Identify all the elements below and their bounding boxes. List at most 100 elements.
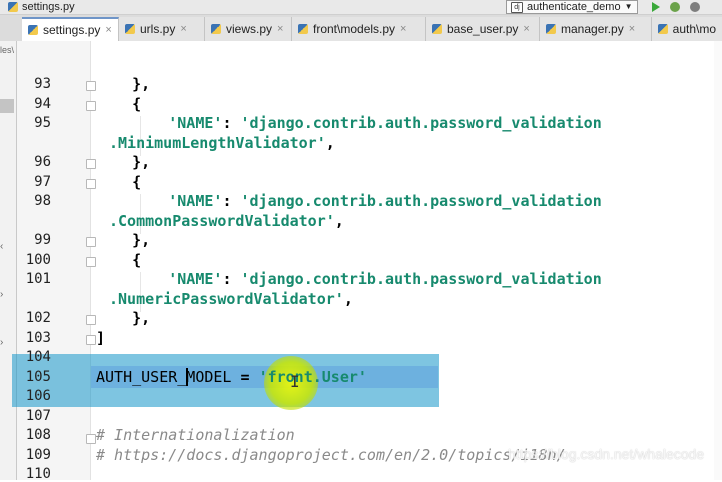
chevron-down-icon: ▼ — [624, 2, 633, 11]
string-literal: .MinimumLengthValidator' — [109, 134, 326, 152]
code-line[interactable]: .NumericPasswordValidator', — [109, 290, 353, 308]
line-number: 103 — [25, 330, 51, 346]
code-line[interactable]: }, — [96, 153, 150, 171]
code-text: , — [334, 212, 344, 230]
fold-marker-icon[interactable] — [86, 335, 96, 345]
code-line[interactable]: { — [96, 95, 141, 113]
code-text: : — [222, 114, 241, 132]
line-number: 100 — [25, 252, 51, 268]
code-line[interactable]: }, — [96, 309, 150, 327]
python-file-icon — [28, 25, 38, 35]
code-line[interactable]: 'NAME': 'django.contrib.auth.password_va… — [96, 114, 602, 132]
string-literal: 'django.contrib.auth.password_validation — [240, 270, 602, 288]
string-literal: 'django.contrib.auth.password_validation — [240, 114, 602, 132]
run-config-select[interactable]: dj authenticate_demo ▼ — [506, 0, 638, 14]
close-icon[interactable]: × — [180, 23, 186, 35]
python-file-icon — [432, 24, 442, 34]
tab-label: urls.py — [140, 22, 176, 36]
python-file-icon — [8, 2, 18, 12]
close-icon[interactable]: × — [105, 24, 111, 36]
close-icon[interactable]: × — [629, 23, 635, 35]
fold-marker-icon[interactable] — [86, 315, 96, 325]
tree-expander-icon[interactable]: › — [0, 337, 3, 348]
code-text: : — [222, 192, 241, 210]
fold-marker-icon[interactable] — [86, 101, 96, 111]
tab-manager[interactable]: manager.py × — [540, 17, 652, 41]
tab-label: manager.py — [561, 22, 624, 36]
tab-label: base_user.py — [447, 22, 519, 36]
project-path-fragment: les\ — [0, 45, 15, 55]
code-line[interactable]: ] — [96, 329, 105, 347]
python-file-icon — [658, 24, 668, 34]
debug-icon[interactable] — [670, 2, 680, 12]
code-text: { — [96, 173, 142, 191]
code-line[interactable]: { — [96, 173, 141, 191]
code-line[interactable]: .MinimumLengthValidator', — [109, 134, 335, 152]
code-line[interactable]: AUTH_USER_MODEL = 'front.User' — [96, 368, 367, 386]
code-line[interactable]: 'NAME': 'django.contrib.auth.password_va… — [96, 192, 602, 210]
code-text: }, — [96, 153, 151, 171]
nav-file-label: settings.py — [22, 0, 75, 13]
fold-marker-icon[interactable] — [86, 179, 96, 189]
dict-key: 'NAME' — [96, 192, 223, 210]
code-line[interactable]: { — [96, 251, 141, 269]
code-line[interactable]: # Internationalization — [96, 426, 295, 444]
tab-settings[interactable]: settings.py × — [22, 17, 119, 41]
python-file-icon — [211, 24, 221, 34]
tab-front-models[interactable]: front\models.py × — [292, 17, 426, 41]
tree-expander-icon[interactable]: ‹ — [0, 241, 3, 252]
close-icon[interactable]: × — [277, 23, 283, 35]
fold-marker-icon[interactable] — [86, 257, 96, 267]
tab-auth-models[interactable]: auth\mo — [652, 17, 722, 41]
watermark: https://blog.csdn.net/whalecode — [508, 446, 705, 462]
text-cursor-icon: I — [290, 372, 300, 391]
close-icon[interactable]: × — [400, 23, 406, 35]
tab-urls[interactable]: urls.py × — [119, 17, 205, 41]
line-number: 106 — [25, 388, 51, 404]
string-literal: 'front.User' — [258, 368, 367, 386]
code-line[interactable]: # https://docs.djangoproject.com/en/2.0/… — [96, 446, 566, 464]
code-line[interactable]: .CommonPasswordValidator', — [109, 212, 344, 230]
fold-marker-icon[interactable] — [86, 81, 96, 91]
fold-marker-icon[interactable] — [86, 434, 96, 444]
code-text: { — [96, 95, 142, 113]
code-editor[interactable] — [91, 41, 722, 480]
coverage-icon[interactable] — [690, 2, 700, 12]
dict-key: 'NAME' — [96, 114, 223, 132]
editor-scroll-edge[interactable] — [714, 41, 722, 480]
run-icon[interactable] — [652, 2, 660, 12]
line-number: 93 — [34, 76, 51, 92]
line-number: 104 — [25, 349, 51, 365]
string-literal: .CommonPasswordValidator' — [109, 212, 335, 230]
code-line[interactable]: 'NAME': 'django.contrib.auth.password_va… — [96, 270, 602, 288]
line-number: 108 — [25, 427, 51, 443]
tab-label: settings.py — [43, 23, 101, 37]
tree-expander-icon[interactable]: › — [0, 289, 3, 300]
line-number: 107 — [25, 408, 51, 424]
string-literal: 'django.contrib.auth.password_validation — [240, 192, 602, 210]
code-text: ] — [96, 329, 106, 347]
fold-marker-icon[interactable] — [86, 159, 96, 169]
line-number: 101 — [25, 271, 51, 287]
tab-views[interactable]: views.py × — [205, 17, 292, 41]
line-number: 94 — [34, 96, 51, 112]
text-caret — [186, 368, 188, 386]
close-icon[interactable]: × — [523, 23, 529, 35]
line-number: 95 — [34, 115, 51, 131]
nav-file[interactable]: settings.py — [8, 0, 75, 14]
code-text: { — [96, 251, 142, 269]
line-number: 98 — [34, 193, 51, 209]
tab-base-user[interactable]: base_user.py × — [426, 17, 540, 41]
code-line[interactable]: }, — [96, 75, 150, 93]
code-text: , — [343, 290, 353, 308]
code-line[interactable]: }, — [96, 231, 150, 249]
navigation-bar: settings.py dj authenticate_demo ▼ — [0, 0, 722, 15]
line-number: 97 — [34, 174, 51, 190]
comment: # Internationalization — [96, 426, 295, 444]
python-file-icon — [298, 24, 308, 34]
fold-marker-icon[interactable] — [86, 237, 96, 247]
project-selection-marker — [0, 99, 14, 113]
tab-label: views.py — [226, 22, 273, 36]
project-tool-window[interactable]: les\ ‹ › › — [0, 41, 17, 480]
string-literal: .NumericPasswordValidator' — [109, 290, 344, 308]
